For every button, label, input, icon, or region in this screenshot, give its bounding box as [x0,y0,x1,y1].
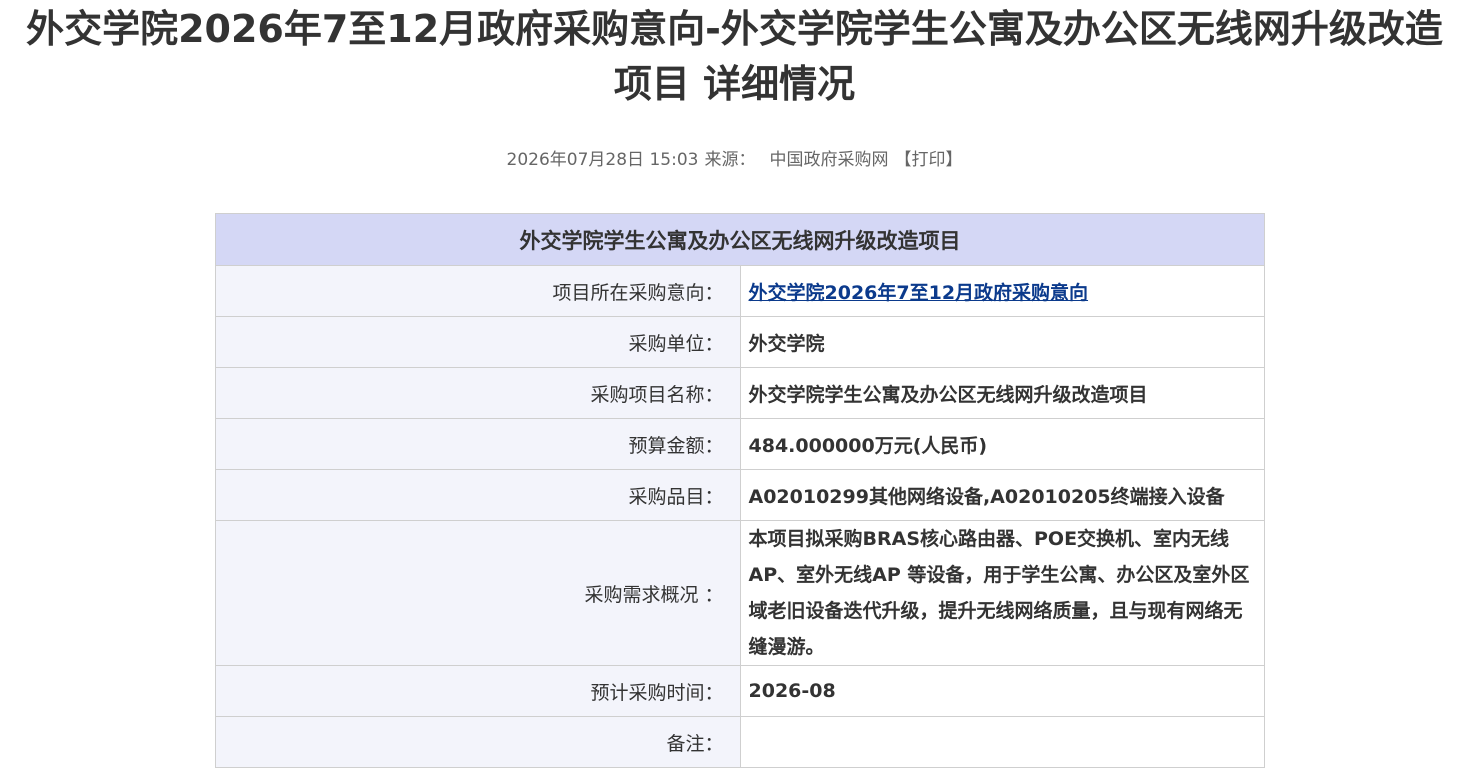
table-header: 外交学院学生公寓及办公区无线网升级改造项目 [215,213,1265,266]
row-label-category: 采购品目： [215,469,741,521]
page-title: 外交学院2026年7至12月政府采购意向-外交学院学生公寓及办公区无线网升级改造… [0,2,1469,112]
page-title-line1: 外交学院2026年7至12月政府采购意向-外交学院学生公寓及办公区无线网升级改造 [26,7,1443,51]
table-row: 预算金额： 484.000000万元(人民币) [215,418,1265,470]
publish-datetime: 2026年07月28日 15:03 [506,150,699,170]
page-title-line2: 项目 详细情况 [613,62,856,106]
row-label-budget: 预算金额： [215,418,741,470]
row-value-budget: 484.000000万元(人民币) [739,418,1265,470]
row-value-project-name: 外交学院学生公寓及办公区无线网升级改造项目 [739,367,1265,419]
row-label-time: 预计采购时间： [215,665,741,717]
procurement-detail-table: 外交学院学生公寓及办公区无线网升级改造项目 项目所在采购意向： 外交学院2026… [215,213,1265,768]
row-label-project-name: 采购项目名称： [215,367,741,419]
row-label-remarks: 备注： [215,716,741,768]
row-value-time: 2026-08 [739,665,1265,717]
row-value-purchaser: 外交学院 [739,316,1265,368]
table-row: 采购需求概况 ： 本项目拟采购BRAS核心路由器、POE交换机、室内无线AP、室… [215,520,1265,666]
row-value-remarks [739,716,1265,768]
table-row: 备注： [215,716,1265,768]
row-value-category: A02010299其他网络设备,A02010205终端接入设备 [739,469,1265,521]
intent-link[interactable]: 外交学院2026年7至12月政府采购意向 [749,282,1089,304]
table-row: 采购单位： 外交学院 [215,316,1265,368]
table-row: 项目所在采购意向： 外交学院2026年7至12月政府采购意向 [215,265,1265,317]
print-link[interactable]: 【打印】 [894,148,962,172]
table-row: 采购项目名称： 外交学院学生公寓及办公区无线网升级改造项目 [215,367,1265,419]
source-label: 来源： [704,150,756,170]
row-value-intent: 外交学院2026年7至12月政府采购意向 [739,265,1265,317]
row-value-requirements: 本项目拟采购BRAS核心路由器、POE交换机、室内无线AP、室外无线AP 等设备… [739,520,1265,666]
source-value: 中国政府采购网 [769,150,889,170]
row-label-requirements: 采购需求概况 ： [215,520,741,666]
row-label-purchaser: 采购单位： [215,316,741,368]
table-row: 采购品目： A02010299其他网络设备,A02010205终端接入设备 [215,469,1265,521]
table-row: 预计采购时间： 2026-08 [215,665,1265,717]
article-meta: 2026年07月28日 15:03 来源： 中国政府采购网 【打印】 [0,148,1469,172]
row-label-intent: 项目所在采购意向： [215,265,741,317]
